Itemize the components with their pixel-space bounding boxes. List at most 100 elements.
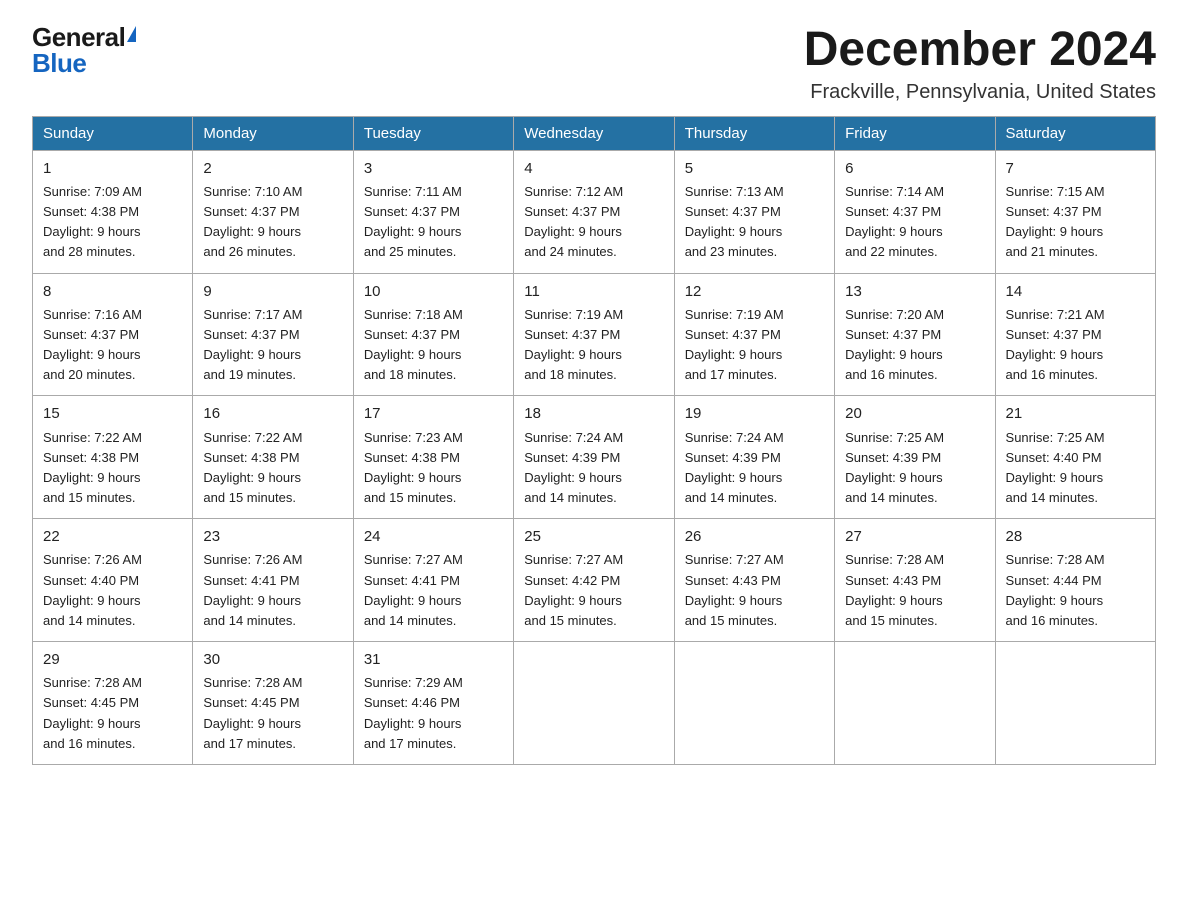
col-wednesday: Wednesday	[514, 116, 674, 150]
day-cell: 23 Sunrise: 7:26 AM Sunset: 4:41 PM Dayl…	[193, 519, 353, 642]
day-number: 25	[524, 525, 663, 548]
day-number: 31	[364, 648, 503, 671]
week-row-5: 29 Sunrise: 7:28 AM Sunset: 4:45 PM Dayl…	[33, 642, 1156, 765]
day-cell	[674, 642, 834, 765]
day-cell	[995, 642, 1155, 765]
day-number: 1	[43, 157, 182, 180]
day-number: 21	[1006, 402, 1145, 425]
day-cell: 29 Sunrise: 7:28 AM Sunset: 4:45 PM Dayl…	[33, 642, 193, 765]
day-cell: 15 Sunrise: 7:22 AM Sunset: 4:38 PM Dayl…	[33, 396, 193, 519]
day-number: 4	[524, 157, 663, 180]
day-number: 27	[845, 525, 984, 548]
day-number: 24	[364, 525, 503, 548]
day-cell: 25 Sunrise: 7:27 AM Sunset: 4:42 PM Dayl…	[514, 519, 674, 642]
day-number: 14	[1006, 280, 1145, 303]
day-cell: 10 Sunrise: 7:18 AM Sunset: 4:37 PM Dayl…	[353, 273, 513, 396]
col-saturday: Saturday	[995, 116, 1155, 150]
day-info: Sunrise: 7:21 AM Sunset: 4:37 PM Dayligh…	[1006, 307, 1105, 382]
week-row-4: 22 Sunrise: 7:26 AM Sunset: 4:40 PM Dayl…	[33, 519, 1156, 642]
week-row-1: 1 Sunrise: 7:09 AM Sunset: 4:38 PM Dayli…	[33, 150, 1156, 273]
day-number: 28	[1006, 525, 1145, 548]
day-cell: 5 Sunrise: 7:13 AM Sunset: 4:37 PM Dayli…	[674, 150, 834, 273]
day-cell: 18 Sunrise: 7:24 AM Sunset: 4:39 PM Dayl…	[514, 396, 674, 519]
day-number: 22	[43, 525, 182, 548]
week-row-3: 15 Sunrise: 7:22 AM Sunset: 4:38 PM Dayl…	[33, 396, 1156, 519]
day-cell: 26 Sunrise: 7:27 AM Sunset: 4:43 PM Dayl…	[674, 519, 834, 642]
day-number: 3	[364, 157, 503, 180]
day-number: 20	[845, 402, 984, 425]
day-info: Sunrise: 7:27 AM Sunset: 4:43 PM Dayligh…	[685, 552, 784, 627]
col-thursday: Thursday	[674, 116, 834, 150]
day-info: Sunrise: 7:22 AM Sunset: 4:38 PM Dayligh…	[203, 430, 302, 505]
day-number: 16	[203, 402, 342, 425]
day-number: 11	[524, 280, 663, 303]
day-info: Sunrise: 7:19 AM Sunset: 4:37 PM Dayligh…	[524, 307, 623, 382]
day-cell: 12 Sunrise: 7:19 AM Sunset: 4:37 PM Dayl…	[674, 273, 834, 396]
day-info: Sunrise: 7:28 AM Sunset: 4:44 PM Dayligh…	[1006, 552, 1105, 627]
day-number: 17	[364, 402, 503, 425]
day-cell: 28 Sunrise: 7:28 AM Sunset: 4:44 PM Dayl…	[995, 519, 1155, 642]
day-info: Sunrise: 7:28 AM Sunset: 4:45 PM Dayligh…	[203, 675, 302, 750]
day-cell: 21 Sunrise: 7:25 AM Sunset: 4:40 PM Dayl…	[995, 396, 1155, 519]
day-number: 8	[43, 280, 182, 303]
day-cell: 6 Sunrise: 7:14 AM Sunset: 4:37 PM Dayli…	[835, 150, 995, 273]
day-number: 19	[685, 402, 824, 425]
day-info: Sunrise: 7:19 AM Sunset: 4:37 PM Dayligh…	[685, 307, 784, 382]
day-cell: 7 Sunrise: 7:15 AM Sunset: 4:37 PM Dayli…	[995, 150, 1155, 273]
day-cell: 14 Sunrise: 7:21 AM Sunset: 4:37 PM Dayl…	[995, 273, 1155, 396]
col-monday: Monday	[193, 116, 353, 150]
day-number: 29	[43, 648, 182, 671]
calendar-header: Sunday Monday Tuesday Wednesday Thursday…	[33, 116, 1156, 150]
day-cell: 4 Sunrise: 7:12 AM Sunset: 4:37 PM Dayli…	[514, 150, 674, 273]
day-info: Sunrise: 7:09 AM Sunset: 4:38 PM Dayligh…	[43, 184, 142, 259]
day-info: Sunrise: 7:12 AM Sunset: 4:37 PM Dayligh…	[524, 184, 623, 259]
week-row-2: 8 Sunrise: 7:16 AM Sunset: 4:37 PM Dayli…	[33, 273, 1156, 396]
day-cell: 3 Sunrise: 7:11 AM Sunset: 4:37 PM Dayli…	[353, 150, 513, 273]
day-info: Sunrise: 7:26 AM Sunset: 4:41 PM Dayligh…	[203, 552, 302, 627]
day-number: 23	[203, 525, 342, 548]
day-info: Sunrise: 7:10 AM Sunset: 4:37 PM Dayligh…	[203, 184, 302, 259]
location-title: Frackville, Pennsylvania, United States	[804, 81, 1156, 104]
day-info: Sunrise: 7:29 AM Sunset: 4:46 PM Dayligh…	[364, 675, 463, 750]
day-number: 12	[685, 280, 824, 303]
day-info: Sunrise: 7:27 AM Sunset: 4:41 PM Dayligh…	[364, 552, 463, 627]
day-cell: 13 Sunrise: 7:20 AM Sunset: 4:37 PM Dayl…	[835, 273, 995, 396]
col-friday: Friday	[835, 116, 995, 150]
day-cell: 17 Sunrise: 7:23 AM Sunset: 4:38 PM Dayl…	[353, 396, 513, 519]
day-cell	[835, 642, 995, 765]
title-block: December 2024 Frackville, Pennsylvania, …	[804, 24, 1156, 104]
col-sunday: Sunday	[33, 116, 193, 150]
day-cell: 11 Sunrise: 7:19 AM Sunset: 4:37 PM Dayl…	[514, 273, 674, 396]
logo-general-text: General	[32, 24, 125, 50]
day-cell: 22 Sunrise: 7:26 AM Sunset: 4:40 PM Dayl…	[33, 519, 193, 642]
day-number: 18	[524, 402, 663, 425]
day-cell: 19 Sunrise: 7:24 AM Sunset: 4:39 PM Dayl…	[674, 396, 834, 519]
day-number: 13	[845, 280, 984, 303]
day-number: 10	[364, 280, 503, 303]
logo: General Blue	[32, 24, 136, 76]
day-number: 30	[203, 648, 342, 671]
day-info: Sunrise: 7:27 AM Sunset: 4:42 PM Dayligh…	[524, 552, 623, 627]
day-number: 15	[43, 402, 182, 425]
day-cell: 1 Sunrise: 7:09 AM Sunset: 4:38 PM Dayli…	[33, 150, 193, 273]
day-info: Sunrise: 7:15 AM Sunset: 4:37 PM Dayligh…	[1006, 184, 1105, 259]
day-info: Sunrise: 7:20 AM Sunset: 4:37 PM Dayligh…	[845, 307, 944, 382]
calendar-body: 1 Sunrise: 7:09 AM Sunset: 4:38 PM Dayli…	[33, 150, 1156, 764]
day-cell: 30 Sunrise: 7:28 AM Sunset: 4:45 PM Dayl…	[193, 642, 353, 765]
day-info: Sunrise: 7:16 AM Sunset: 4:37 PM Dayligh…	[43, 307, 142, 382]
day-number: 26	[685, 525, 824, 548]
day-cell: 27 Sunrise: 7:28 AM Sunset: 4:43 PM Dayl…	[835, 519, 995, 642]
day-number: 9	[203, 280, 342, 303]
day-info: Sunrise: 7:18 AM Sunset: 4:37 PM Dayligh…	[364, 307, 463, 382]
day-number: 6	[845, 157, 984, 180]
day-cell: 31 Sunrise: 7:29 AM Sunset: 4:46 PM Dayl…	[353, 642, 513, 765]
month-title: December 2024	[804, 24, 1156, 77]
day-info: Sunrise: 7:28 AM Sunset: 4:45 PM Dayligh…	[43, 675, 142, 750]
day-info: Sunrise: 7:11 AM Sunset: 4:37 PM Dayligh…	[364, 184, 462, 259]
day-info: Sunrise: 7:24 AM Sunset: 4:39 PM Dayligh…	[524, 430, 623, 505]
day-info: Sunrise: 7:17 AM Sunset: 4:37 PM Dayligh…	[203, 307, 302, 382]
day-cell: 24 Sunrise: 7:27 AM Sunset: 4:41 PM Dayl…	[353, 519, 513, 642]
day-number: 2	[203, 157, 342, 180]
day-info: Sunrise: 7:23 AM Sunset: 4:38 PM Dayligh…	[364, 430, 463, 505]
logo-triangle-icon	[127, 26, 136, 42]
